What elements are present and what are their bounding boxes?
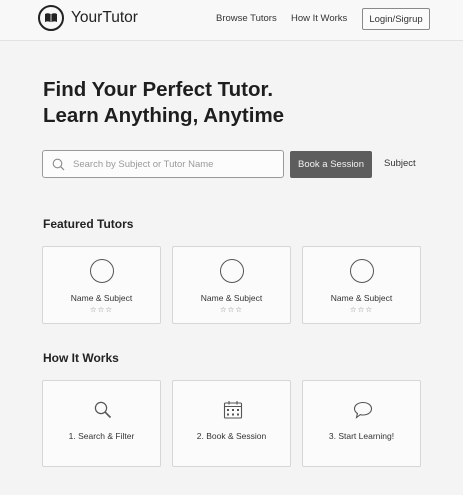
login-signup-button[interactable]: Login/Sigrup [362,8,430,30]
book-logo-icon [38,5,64,31]
chat-bubble-icon [353,401,373,419]
tutor-name-subject: Name & Subject [330,293,393,303]
tutor-card[interactable]: Name & Subject ☆☆☆ [172,246,291,324]
logo[interactable]: YourTutor [38,5,138,31]
nav-browse-tutors[interactable]: Browse Tutors [216,13,277,24]
rating-stars: ☆☆☆ [89,305,114,314]
book-session-button[interactable]: Book a Session [290,151,372,178]
hero-line-1: Find Your Perfect Tutor. [43,78,274,101]
search-box[interactable] [42,150,284,178]
hero-title: Find Your Perfect Tutor. Learn Anything,… [43,77,284,129]
step-label: 2. Book & Session [196,431,267,441]
step-card-search[interactable]: 1. Search & Filter [42,380,161,467]
featured-tutors-title: Featured Tutors [43,217,134,231]
how-it-works-title: How It Works [43,351,119,365]
step-label: 1. Search & Filter [68,431,135,441]
tutor-name-subject: Name & Subject [200,293,263,303]
rating-stars: ☆☆☆ [349,305,374,314]
site-header: YourTutor Browse Tutors How It Works Log… [0,0,463,41]
subject-filter[interactable]: Subject [384,158,416,169]
step-label: 3. Start Learning! [328,431,395,441]
magnifier-icon [94,401,112,419]
avatar-placeholder [220,259,244,283]
tutor-name-subject: Name & Subject [70,293,133,303]
tutor-card[interactable]: Name & Subject ☆☆☆ [42,246,161,324]
search-icon [52,158,65,171]
nav-how-it-works[interactable]: How It Works [291,13,347,24]
tutor-card[interactable]: Name & Subject ☆☆☆ [302,246,421,324]
logo-text: YourTutor [71,9,138,26]
avatar-placeholder [350,259,374,283]
step-card-learn[interactable]: 3. Start Learning! [302,380,421,467]
avatar-placeholder [90,259,114,283]
calendar-icon [223,401,243,419]
rating-stars: ☆☆☆ [219,305,244,314]
search-input[interactable] [71,157,275,171]
step-card-book[interactable]: 2. Book & Session [172,380,291,467]
hero-line-2: Learn Anything, Anytime [43,104,285,127]
